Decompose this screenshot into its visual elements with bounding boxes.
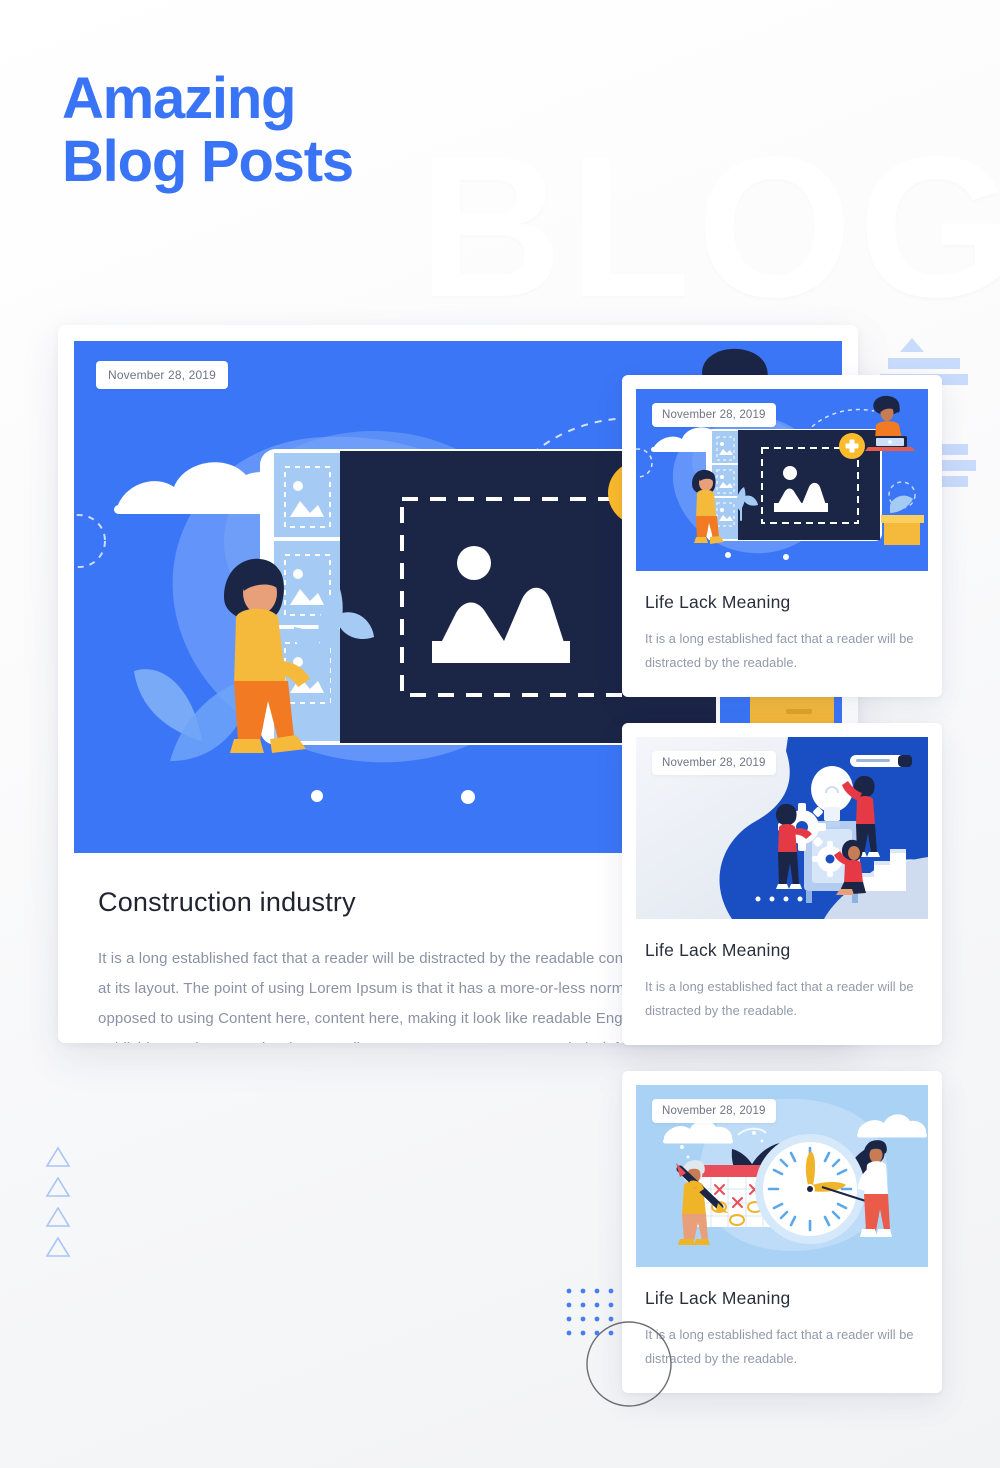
side-post-card[interactable]: November 28, 2019 Life Lack Meaning It i… xyxy=(622,375,942,697)
side-post-illustration: November 28, 2019 xyxy=(636,389,928,571)
page-title: Amazing Blog Posts xyxy=(62,66,354,194)
side-post-list: November 28, 2019 Life Lack Meaning It i… xyxy=(622,375,942,1419)
side-post-excerpt: It is a long established fact that a rea… xyxy=(645,631,914,670)
dot-grid-decoration xyxy=(566,1288,614,1336)
side-post-excerpt: It is a long established fact that a rea… xyxy=(645,1327,914,1366)
side-post-card[interactable]: November 28, 2019 Life Lack Meaning It i… xyxy=(622,723,942,1045)
side-post-title: Life Lack Meaning xyxy=(645,1288,791,1308)
blog-showcase-page: BLOG Amazing Blog Posts November 28, 201… xyxy=(0,0,1000,1468)
side-post-excerpt: It is a long established fact that a rea… xyxy=(645,979,914,1018)
side-post-illustration: November 28, 2019 xyxy=(636,1085,928,1267)
side-post-date: November 28, 2019 xyxy=(652,403,776,427)
side-post-date: November 28, 2019 xyxy=(652,1099,776,1123)
side-post-body: Life Lack Meaning It is a long establish… xyxy=(636,919,928,1045)
side-post-title: Life Lack Meaning xyxy=(645,940,791,960)
side-post-illustration: November 28, 2019 xyxy=(636,737,928,919)
side-post-body: Life Lack Meaning It is a long establish… xyxy=(636,1267,928,1393)
background-watermark-text: BLOG xyxy=(418,116,1000,339)
featured-post-date: November 28, 2019 xyxy=(96,361,228,389)
triangle-stack-decoration xyxy=(45,1146,80,1264)
side-post-body: Life Lack Meaning It is a long establish… xyxy=(636,571,928,697)
side-post-date: November 28, 2019 xyxy=(652,751,776,775)
side-post-title: Life Lack Meaning xyxy=(645,592,791,612)
